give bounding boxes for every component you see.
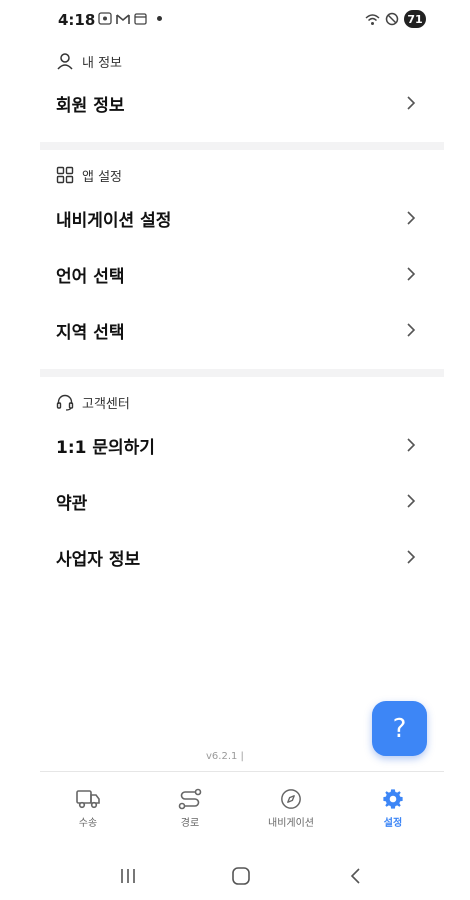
- help-icon: ?: [392, 713, 407, 744]
- chevron-right-icon: [407, 550, 416, 564]
- tab-settings[interactable]: 설정: [353, 788, 433, 829]
- wifi-icon: [365, 13, 380, 25]
- route-icon: [178, 788, 202, 810]
- row-navigation-settings[interactable]: 내비게이션 설정: [40, 190, 444, 246]
- tab-transport[interactable]: 수송: [48, 788, 128, 829]
- person-icon: [57, 53, 73, 70]
- section-header-label: 앱 설정: [82, 169, 123, 185]
- recent-apps-icon[interactable]: [118, 866, 138, 886]
- chevron-right-icon: [407, 96, 416, 110]
- chevron-right-icon: [407, 438, 416, 452]
- row-member-info[interactable]: 회원 정보: [40, 75, 444, 131]
- gear-icon: [383, 789, 403, 809]
- chevron-right-icon: [407, 494, 416, 508]
- compass-icon: [281, 789, 301, 809]
- row-label: 내비게이션 설정: [56, 210, 172, 231]
- row-region-select[interactable]: 지역 선택: [40, 302, 444, 358]
- do-not-disturb-icon: [385, 12, 399, 26]
- home-icon[interactable]: [231, 866, 251, 886]
- section-header-my-info: 내 정보: [56, 50, 122, 72]
- chevron-right-icon: [407, 323, 416, 337]
- back-icon[interactable]: [346, 866, 366, 886]
- screenshot-icon: [98, 12, 112, 25]
- tab-label: 내비게이션: [268, 818, 314, 829]
- tab-route[interactable]: 경로: [150, 788, 230, 829]
- section-header-customer-center: 고객센터: [56, 391, 130, 413]
- row-language-select[interactable]: 언어 선택: [40, 246, 444, 302]
- row-terms[interactable]: 약관: [40, 473, 444, 529]
- battery-level: 71: [404, 10, 426, 28]
- system-nav-bar: [0, 852, 470, 900]
- tab-label: 설정: [383, 818, 403, 829]
- tab-navigation[interactable]: 내비게이션: [251, 788, 331, 829]
- notification-icons: [98, 12, 162, 25]
- row-one-to-one-inquiry[interactable]: 1:1 문의하기: [40, 417, 444, 473]
- section-header-label: 내 정보: [82, 55, 123, 71]
- section-header-label: 고객센터: [82, 396, 130, 412]
- row-label: 약관: [56, 493, 88, 514]
- row-label: 언어 선택: [56, 266, 125, 287]
- headset-icon: [56, 394, 74, 411]
- status-right: 71: [365, 10, 426, 28]
- tab-bar-divider: [40, 771, 444, 772]
- section-divider: [40, 369, 444, 377]
- more-notifications-dot: [157, 16, 162, 21]
- row-label: 사업자 정보: [56, 549, 141, 570]
- truck-icon: [76, 790, 100, 809]
- row-business-info[interactable]: 사업자 정보: [40, 529, 444, 585]
- calendar-icon: [134, 12, 147, 25]
- chevron-right-icon: [407, 211, 416, 225]
- chevron-right-icon: [407, 267, 416, 281]
- section-header-app-settings: 앱 설정: [56, 164, 122, 186]
- row-label: 회원 정보: [56, 95, 125, 116]
- grid-icon: [56, 166, 74, 184]
- gmail-icon: [116, 13, 130, 24]
- section-divider: [40, 142, 444, 150]
- app-version: v6.2.1 |: [206, 751, 244, 762]
- status-time: 4:18: [58, 11, 96, 29]
- tab-label: 수송: [78, 818, 98, 829]
- status-bar: 4:18 71: [0, 0, 470, 40]
- tab-label: 경로: [180, 818, 200, 829]
- row-label: 1:1 문의하기: [56, 437, 155, 458]
- row-label: 지역 선택: [56, 322, 125, 343]
- help-fab-button[interactable]: ?: [372, 701, 427, 756]
